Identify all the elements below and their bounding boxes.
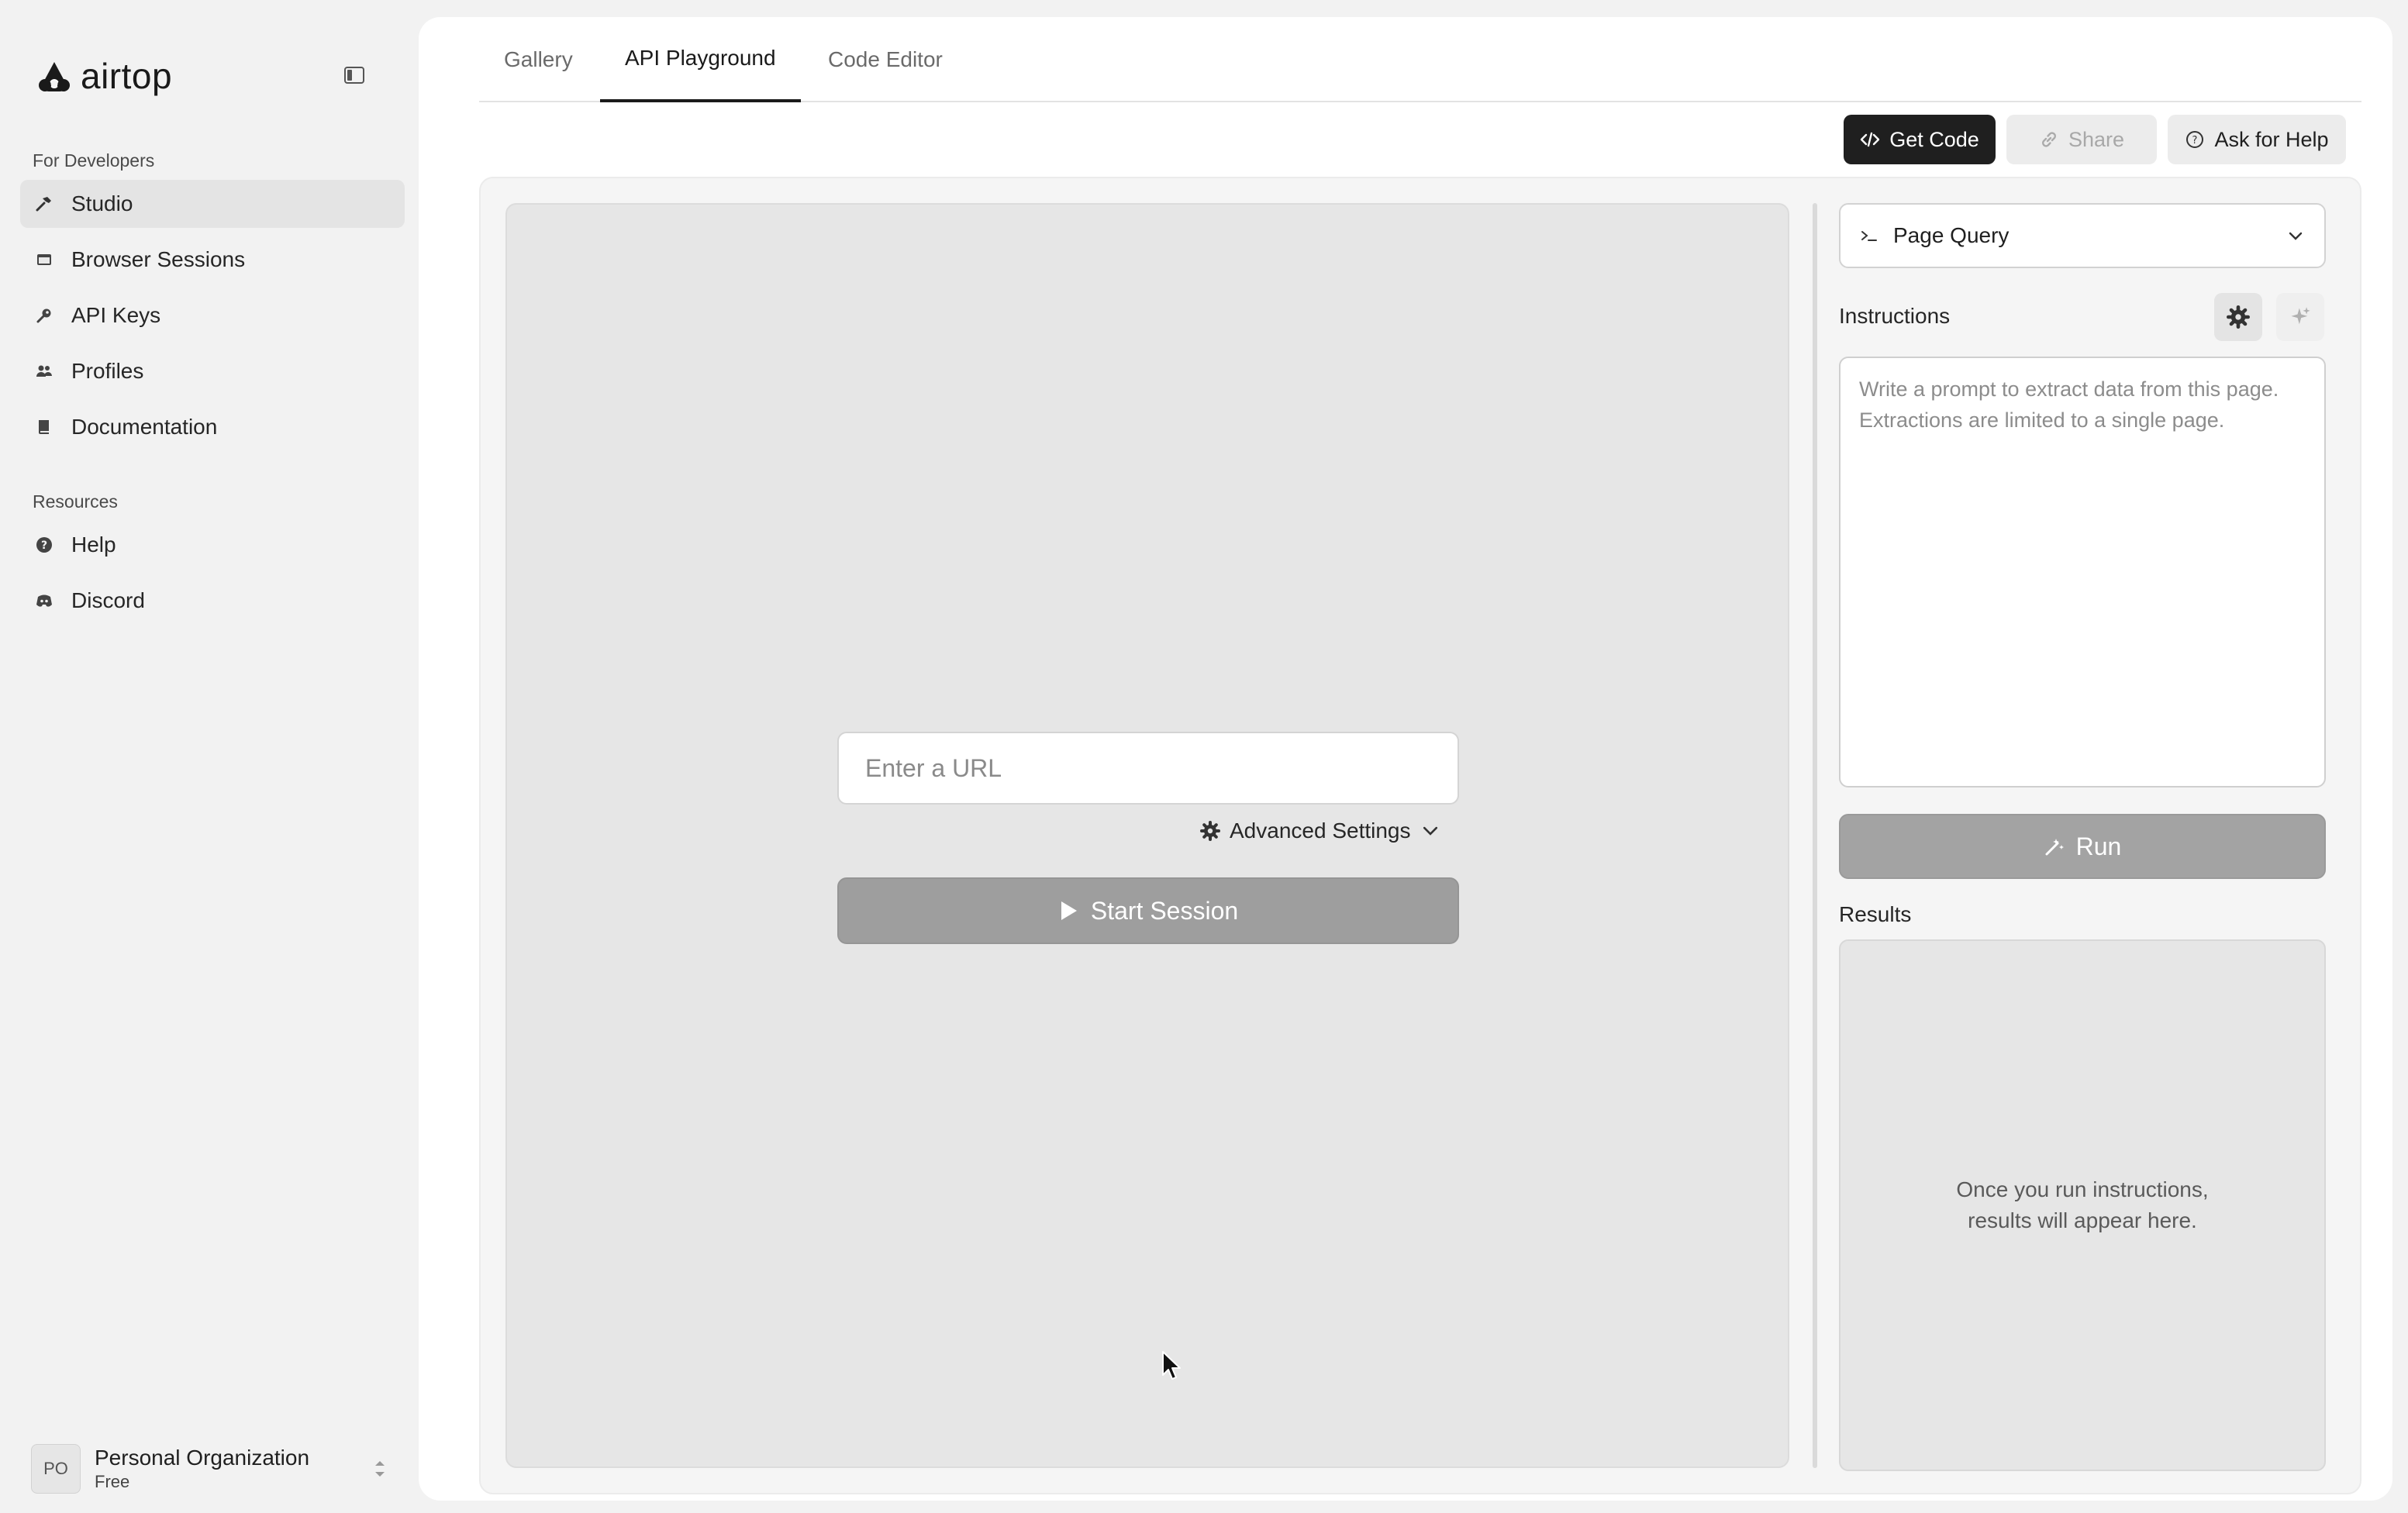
- chevron-up-down-icon: [372, 1455, 388, 1483]
- ask-for-help-button[interactable]: ? Ask for Help: [2168, 115, 2346, 164]
- hammer-icon: [34, 194, 54, 214]
- playground-workspace: Advanced Settings Start Session Page Que…: [479, 177, 2361, 1494]
- sidebar-item-documentation[interactable]: Documentation: [20, 403, 405, 451]
- results-label: Results: [1839, 902, 1912, 926]
- svg-text:?: ?: [2192, 135, 2198, 146]
- url-input[interactable]: [837, 732, 1459, 805]
- users-icon: [34, 361, 54, 381]
- link-icon: [2042, 132, 2056, 147]
- start-session-label: Start Session: [1090, 896, 1239, 925]
- code-icon: [1861, 132, 1880, 147]
- get-code-button[interactable]: Get Code: [1844, 115, 1996, 164]
- tab-gallery[interactable]: Gallery: [479, 17, 598, 102]
- gear-icon: [2227, 305, 2250, 329]
- get-code-label: Get Code: [1889, 127, 1979, 151]
- sidebar-item-browser-sessions[interactable]: Browser Sessions: [20, 236, 405, 284]
- sidebar-toggle-icon: [344, 67, 364, 84]
- advanced-settings-label: Advanced Settings: [1230, 819, 1411, 843]
- sidebar-item-help[interactable]: ? Help: [20, 521, 405, 569]
- chevron-down-icon: [1423, 826, 1437, 836]
- tab-api-playground[interactable]: API Playground: [600, 17, 801, 102]
- main-panel: Gallery API Playground Code Editor Get C…: [419, 17, 2392, 1501]
- results-panel: Once you run instructions, results will …: [1839, 939, 2326, 1471]
- sidebar-item-studio[interactable]: Studio: [20, 180, 405, 228]
- magic-wand-icon: [2045, 839, 2064, 856]
- org-plan: Free: [95, 1472, 130, 1491]
- sidebar-item-label: Discord: [71, 588, 145, 612]
- start-session-button[interactable]: Start Session: [837, 877, 1459, 944]
- ask-for-help-label: Ask for Help: [2214, 127, 2329, 151]
- browser-viewport[interactable]: Advanced Settings Start Session: [505, 203, 1789, 1468]
- query-mode-label: Page Query: [1893, 223, 2010, 247]
- chevron-down-icon: [2289, 232, 2303, 240]
- terminal-icon: [1861, 231, 1877, 241]
- tab-code-editor[interactable]: Code Editor: [803, 17, 968, 102]
- section-label-developers: For Developers: [33, 150, 155, 171]
- sidebar: airtop For Developers Studio Browser Ses…: [0, 0, 419, 1513]
- sidebar-item-label: Browser Sessions: [71, 247, 246, 271]
- section-label-resources: Resources: [33, 491, 118, 512]
- instructions-textarea[interactable]: [1839, 357, 2326, 788]
- sidebar-item-api-keys[interactable]: API Keys: [20, 291, 405, 339]
- org-name: Personal Organization: [95, 1446, 310, 1470]
- instructions-label: Instructions: [1839, 304, 1951, 328]
- sidebar-item-discord[interactable]: Discord: [20, 577, 405, 625]
- discord-icon: [34, 591, 54, 611]
- tab-bar: Gallery API Playground Code Editor: [479, 17, 2361, 102]
- share-button[interactable]: Share: [2006, 115, 2157, 164]
- sidebar-item-profiles[interactable]: Profiles: [20, 347, 405, 395]
- query-panel: Page Query Instructions Write a prompt t…: [1839, 203, 2326, 1474]
- app-logo[interactable]: airtop: [36, 54, 172, 98]
- instructions-settings-button[interactable]: [2214, 293, 2262, 341]
- advanced-settings-toggle[interactable]: Advanced Settings: [1200, 815, 1440, 846]
- help-circle-icon: ?: [34, 535, 54, 555]
- airtop-logo-icon: [39, 62, 70, 92]
- svg-text:?: ?: [41, 539, 47, 552]
- run-button[interactable]: Run: [1839, 814, 2326, 879]
- share-label: Share: [2068, 127, 2125, 151]
- organization-switcher[interactable]: PO Personal Organization Free: [31, 1442, 388, 1496]
- org-avatar: PO: [31, 1444, 81, 1494]
- ai-generate-button[interactable]: [2276, 293, 2324, 341]
- sidebar-item-label: Studio: [71, 191, 133, 215]
- sidebar-item-label: Documentation: [71, 415, 218, 439]
- book-icon: [34, 417, 54, 437]
- browser-icon: [34, 250, 54, 270]
- panel-resize-handle[interactable]: [1813, 203, 1817, 1468]
- run-label: Run: [2075, 832, 2122, 860]
- sidebar-collapse-button[interactable]: [341, 64, 367, 87]
- gear-icon: [1200, 821, 1220, 841]
- play-icon: [1061, 901, 1077, 920]
- mouse-cursor-icon: [1162, 1351, 1181, 1380]
- sparkle-icon: [2291, 307, 2310, 325]
- sidebar-item-label: API Keys: [71, 303, 161, 327]
- key-icon: [34, 305, 54, 326]
- results-empty-message: Once you run instructions, results will …: [1956, 1177, 2209, 1232]
- help-circle-icon: ?: [2186, 131, 2204, 148]
- query-mode-select[interactable]: Page Query: [1839, 203, 2326, 268]
- logo-text: airtop: [81, 56, 173, 96]
- sidebar-item-label: Profiles: [71, 359, 144, 383]
- sidebar-item-label: Help: [71, 532, 116, 557]
